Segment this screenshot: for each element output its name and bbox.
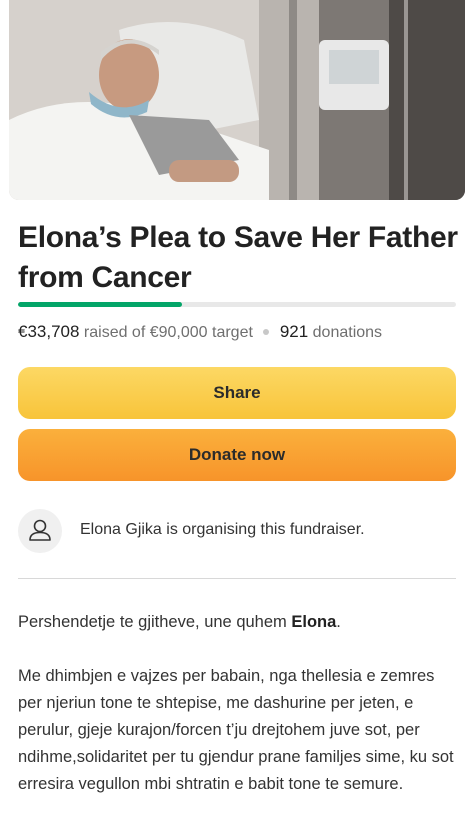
greeting-end: . — [336, 613, 341, 631]
greeting-text: Pershendetje te gjitheve, une quhem — [18, 613, 292, 631]
organiser-row: Elona Gjika is organising this fundraise… — [18, 509, 456, 553]
campaign-photo — [9, 0, 465, 200]
donations-count: 921 — [279, 322, 309, 341]
hospital-bed-photo — [9, 0, 465, 200]
page-title: Elona’s Plea to Save Her Father from Can… — [18, 221, 458, 294]
greeting-name: Elona — [291, 613, 337, 631]
share-button[interactable]: Share — [18, 367, 456, 419]
story-text: Pershendetje te gjitheve, une quhem Elon… — [18, 609, 458, 825]
organiser-text: Elona Gjika is organising this fundraise… — [80, 521, 365, 538]
amount-raised: €33,708 — [18, 322, 80, 341]
fundraising-stats: €33,708 raised of €90,000 target 921 don… — [18, 322, 382, 342]
story-paragraph: Me dhimbjen e vajzes per babain, nga the… — [18, 667, 454, 793]
target-text: raised of €90,000 target — [83, 324, 253, 341]
donate-now-button[interactable]: Donate now — [18, 429, 456, 481]
greeting-paragraph: Pershendetje te gjitheve, une quhem Elon… — [18, 609, 458, 636]
donations-label: donations — [312, 324, 383, 341]
divider — [18, 578, 456, 579]
separator-dot — [263, 328, 270, 335]
progress-fill — [18, 302, 182, 307]
avatar — [18, 509, 62, 553]
user-icon — [29, 519, 51, 541]
progress-bar — [18, 302, 456, 307]
